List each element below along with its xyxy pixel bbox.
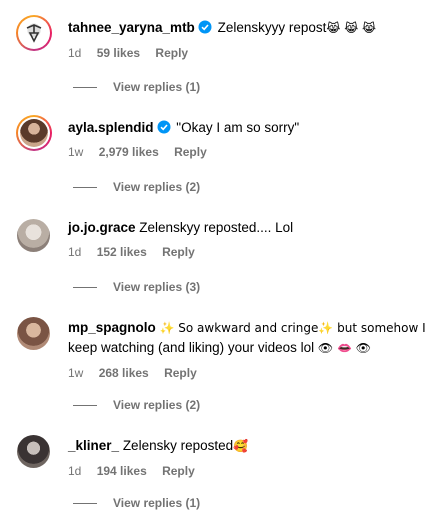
username[interactable]: jo.jo.grace <box>68 220 136 235</box>
comment-body: Zelenskyy reposted.... Lol <box>139 220 294 235</box>
comment-meta: 1d 59 likes Reply <box>68 46 439 60</box>
view-replies-label: View replies (1) <box>113 80 201 94</box>
verified-badge-icon <box>157 120 171 134</box>
likes-count[interactable]: 2,979 likes <box>99 145 159 159</box>
comment-text: tahnee_yaryna_mtb Zelenskyyy repost😹 😹 😹 <box>68 18 439 38</box>
view-replies-button[interactable]: View replies (2) <box>73 180 200 194</box>
comment-text: mp_spagnolo ✨ So awkward and cringe✨ but… <box>68 318 439 358</box>
likes-count[interactable]: 194 likes <box>97 464 147 478</box>
divider-line <box>73 186 97 188</box>
divider-line <box>73 502 97 504</box>
avatar[interactable] <box>16 115 52 151</box>
view-replies-label: View replies (2) <box>113 180 201 194</box>
comment-meta: 1d 194 likes Reply <box>68 464 439 478</box>
timestamp: 1d <box>68 464 82 478</box>
comment-text: jo.jo.grace Zelenskyy reposted.... Lol <box>68 218 439 237</box>
avatar[interactable] <box>17 317 50 350</box>
timestamp: 1w <box>68 366 84 380</box>
comment-text: _kliner_ Zelensky reposted🥰 <box>68 436 439 456</box>
view-replies-label: View replies (2) <box>113 398 201 412</box>
view-replies-button[interactable]: View replies (1) <box>73 496 200 510</box>
reply-button[interactable]: Reply <box>162 245 195 259</box>
avatar[interactable] <box>17 219 50 252</box>
comment-body: "Okay I am so sorry" <box>176 120 300 135</box>
divider-line <box>73 286 97 288</box>
view-replies-button[interactable]: View replies (1) <box>73 80 200 94</box>
comment-meta: 1w 2,979 likes Reply <box>68 145 439 159</box>
view-replies-label: View replies (3) <box>113 280 201 294</box>
comment-body: Zelensky reposted <box>122 438 234 453</box>
view-replies-button[interactable]: View replies (3) <box>73 280 200 294</box>
comment-meta: 1w 268 likes Reply <box>68 366 439 380</box>
divider-line <box>73 404 97 406</box>
likes-count[interactable]: 59 likes <box>97 46 140 60</box>
username[interactable]: ayla.splendid <box>68 120 154 135</box>
reply-button[interactable]: Reply <box>164 366 197 380</box>
username[interactable]: mp_spagnolo <box>68 320 156 335</box>
comment-body-part: ✨ So awkward and cringe <box>159 321 319 335</box>
emoji-group: 😹 😹 😹 <box>326 21 377 35</box>
avatar-logo-icon <box>26 24 42 43</box>
reply-button[interactable]: Reply <box>155 46 188 60</box>
likes-count[interactable]: 268 likes <box>99 366 149 380</box>
view-replies-button[interactable]: View replies (2) <box>73 398 200 412</box>
comment-body: Zelenskyyy repost <box>217 20 327 35</box>
timestamp: 1d <box>68 46 82 60</box>
verified-badge-icon <box>198 20 212 34</box>
comment-text: ayla.splendid "Okay I am so sorry" <box>68 118 439 137</box>
emoji-group: 🥰 <box>233 439 249 453</box>
timestamp: 1w <box>68 145 84 159</box>
avatar[interactable] <box>17 435 50 468</box>
comment-body-part: ✨ but somehow I <box>318 321 426 335</box>
comment-meta: 1d 152 likes Reply <box>68 245 439 259</box>
view-replies-label: View replies (1) <box>113 496 201 510</box>
timestamp: 1d <box>68 245 82 259</box>
reply-button[interactable]: Reply <box>174 145 207 159</box>
username[interactable]: tahnee_yaryna_mtb <box>68 20 195 35</box>
divider-line <box>73 86 97 88</box>
emoji-group: 👁 👄 👁 <box>317 341 371 355</box>
reply-button[interactable]: Reply <box>162 464 195 478</box>
comment-body-part: keep watching (and liking) your videos l… <box>68 340 315 355</box>
avatar[interactable] <box>16 15 52 51</box>
username[interactable]: _kliner_ <box>68 438 119 453</box>
likes-count[interactable]: 152 likes <box>97 245 147 259</box>
